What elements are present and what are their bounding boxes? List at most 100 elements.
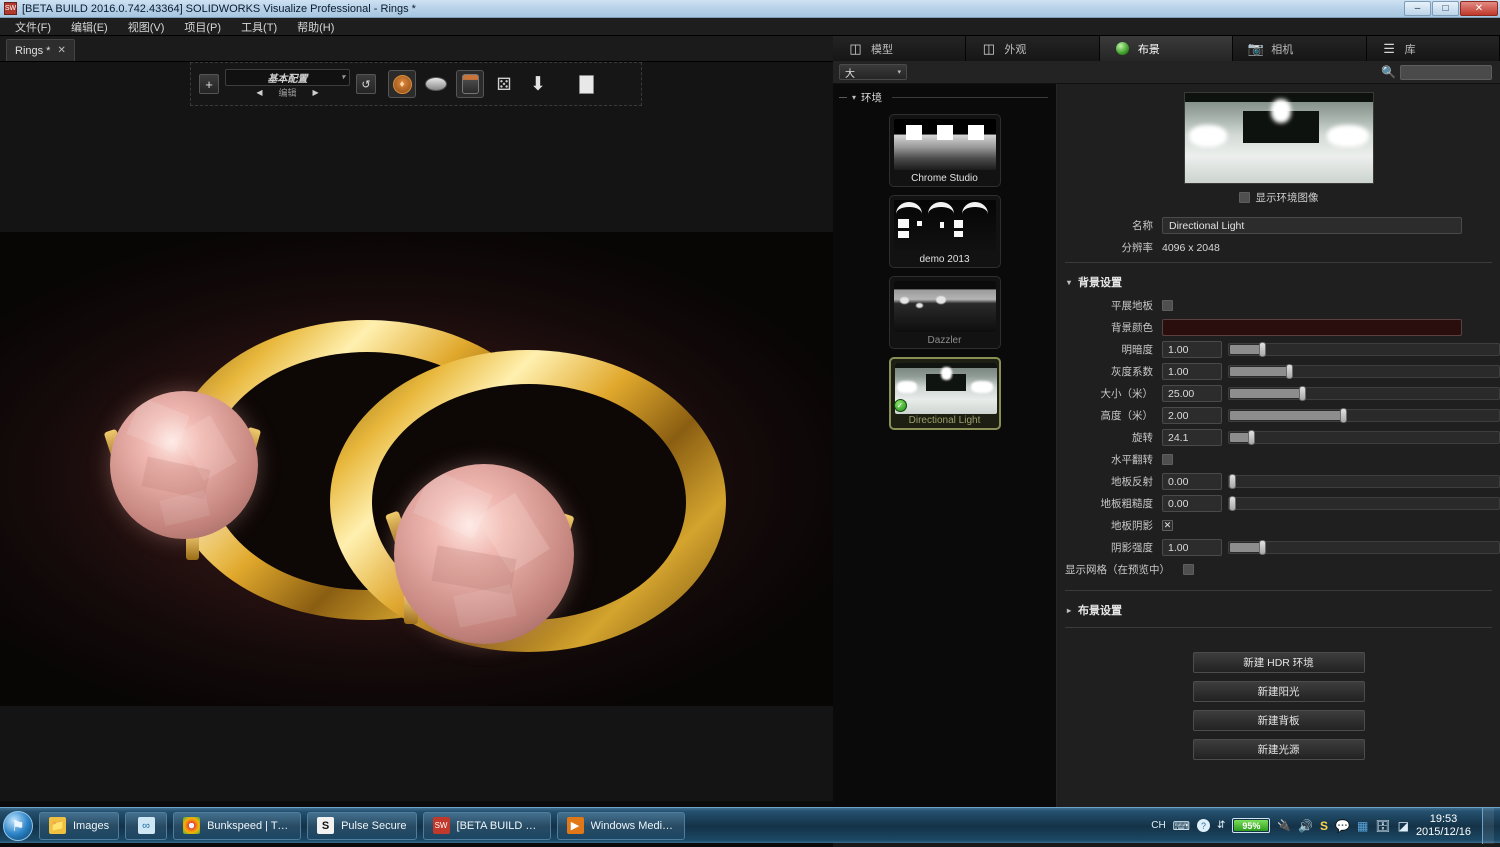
height-value: 2.00 xyxy=(1168,409,1189,422)
environment-item-chrome-studio[interactable]: Chrome Studio xyxy=(888,114,1001,187)
floor-reflection-input[interactable]: 0.00 xyxy=(1162,473,1222,490)
thumbnail-size-dropdown[interactable]: 大 ▾ xyxy=(839,64,907,80)
taskbar-item-solidworks[interactable]: SW [BETA BUILD 20... xyxy=(422,811,551,840)
power-plug-icon[interactable]: 🔌 xyxy=(1277,819,1291,832)
taskbar-item-pulse-secure[interactable]: S Pulse Secure xyxy=(307,811,417,840)
chevron-down-icon[interactable]: ▾ xyxy=(852,93,856,102)
new-backplate-button[interactable]: 新建背板 xyxy=(1192,710,1365,731)
right-panel: ◫ 模型 ◫ 外观 布景 📷 相机 ☰ 库 大 ▾ 🔍 ▾ 环境 Chrome … xyxy=(833,36,1500,807)
config-dropdown[interactable]: 基本配置 ▾ xyxy=(225,68,350,86)
keyboard-icon[interactable]: ⌨ xyxy=(1173,819,1190,833)
flip-horizontal-checkbox[interactable] xyxy=(1162,454,1173,465)
battery-indicator[interactable]: 95% xyxy=(1232,818,1271,833)
background-color-swatch[interactable] xyxy=(1162,319,1462,336)
brightness-label: 明暗度 xyxy=(1121,344,1154,356)
add-config-button[interactable]: + xyxy=(199,74,219,94)
new-light-button[interactable]: 新建光源 xyxy=(1192,739,1365,760)
gamma-slider[interactable] xyxy=(1228,364,1500,379)
environment-item-directional-light[interactable]: ✓ Directional Light xyxy=(888,357,1001,430)
model-tree-icon[interactable]: ⚄ xyxy=(490,70,518,98)
floor-reflection-value: 0.00 xyxy=(1168,475,1189,488)
tab-appearance-label: 外观 xyxy=(1004,43,1027,56)
sync-icon[interactable]: ⇵ xyxy=(1217,820,1225,831)
render-viewport[interactable]: DS SOLIDWORKS | Visualize xyxy=(0,232,833,706)
bunkspeed-icon: ∞ xyxy=(137,817,155,834)
environment-item-dazzler[interactable]: Dazzler xyxy=(888,276,1001,349)
rotation-slider[interactable] xyxy=(1228,430,1500,445)
volume-icon[interactable]: 🔊 xyxy=(1298,819,1313,833)
shadow-strength-input[interactable]: 1.00 xyxy=(1162,539,1222,556)
render-quality-icon[interactable]: ♦ xyxy=(388,70,416,98)
size-slider[interactable] xyxy=(1228,386,1500,401)
flat-floor-checkbox[interactable] xyxy=(1162,300,1173,311)
show-desktop-button[interactable] xyxy=(1482,807,1494,844)
name-input[interactable]: Directional Light xyxy=(1162,217,1462,234)
tab-appearance[interactable]: ◫ 外观 xyxy=(966,36,1100,61)
maximize-button[interactable]: □ xyxy=(1432,1,1459,16)
selected-badge-icon: ✓ xyxy=(893,399,907,412)
menu-file[interactable]: 文件(F) xyxy=(6,17,60,37)
tab-scene[interactable]: 布景 xyxy=(1099,36,1234,61)
search-input[interactable] xyxy=(1400,64,1492,80)
windows-start-icon[interactable]: ⚑ xyxy=(3,810,33,841)
close-icon[interactable]: ✕ xyxy=(57,45,65,56)
turntable-icon[interactable] xyxy=(422,70,450,98)
pulse-secure-icon: S xyxy=(317,817,335,834)
clock[interactable]: 19:53 2015/12/16 xyxy=(1416,813,1471,839)
floor-reflection-row: 地板反射 0.00 xyxy=(1057,471,1500,492)
environment-item-label: Chrome Studio xyxy=(911,173,978,184)
folder-icon: 📁 xyxy=(49,817,66,834)
shadow-strength-slider[interactable] xyxy=(1228,540,1500,555)
prev-arrow-icon[interactable]: ◀ xyxy=(256,88,262,97)
height-slider[interactable] xyxy=(1228,408,1500,423)
help-icon[interactable]: ? xyxy=(1197,819,1210,832)
menu-project[interactable]: 项目(P) xyxy=(175,17,230,37)
scene-settings-section-header[interactable]: ▸ 布景设置 xyxy=(1057,595,1500,623)
floor-reflection-slider[interactable] xyxy=(1228,474,1500,489)
taskbar-item-images[interactable]: 📁 Images xyxy=(39,811,120,840)
menu-edit[interactable]: 编辑(E) xyxy=(62,17,117,37)
brightness-slider[interactable] xyxy=(1228,342,1500,357)
height-input[interactable]: 2.00 xyxy=(1162,407,1222,424)
environment-item-demo-2013[interactable]: demo 2013 xyxy=(888,195,1001,268)
new-sunlight-button[interactable]: 新建阳光 xyxy=(1192,681,1365,702)
device-icon[interactable]: 🗄 xyxy=(1375,819,1390,833)
show-environment-image-checkbox[interactable] xyxy=(1238,192,1250,203)
app-icon[interactable]: ▦ xyxy=(1357,819,1368,833)
size-input[interactable]: 25.00 xyxy=(1162,385,1222,402)
gamma-input[interactable]: 1.00 xyxy=(1162,363,1222,380)
document-tab-rings[interactable]: Rings * ✕ xyxy=(6,39,75,61)
input-method-indicator[interactable]: CH xyxy=(1151,820,1165,831)
floor-roughness-input[interactable]: 0.00 xyxy=(1162,495,1222,512)
name-row: 名称 Directional Light xyxy=(1057,215,1500,236)
taskbar-item-chrome[interactable]: ● Bunkspeed | Tut... xyxy=(173,811,302,840)
minimize-button[interactable]: – xyxy=(1404,1,1431,16)
show-grid-checkbox[interactable] xyxy=(1183,564,1194,575)
network-icon[interactable]: ◪ xyxy=(1398,819,1409,833)
material-cylinder-icon[interactable] xyxy=(456,70,484,98)
divider xyxy=(1065,590,1492,591)
rotation-input[interactable]: 24.1 xyxy=(1162,429,1222,446)
menu-help[interactable]: 帮助(H) xyxy=(288,17,343,37)
import-arrow-icon[interactable]: ⬇ xyxy=(524,70,552,98)
tab-library[interactable]: ☰ 库 xyxy=(1366,36,1500,61)
new-hdr-environment-button[interactable]: 新建 HDR 环境 xyxy=(1192,652,1365,673)
config-nav: ◀ 编辑 ▶ xyxy=(225,86,350,100)
menu-view[interactable]: 视图(V) xyxy=(119,17,174,37)
tab-camera[interactable]: 📷 相机 xyxy=(1233,36,1367,61)
menu-tools[interactable]: 工具(T) xyxy=(232,17,286,37)
floor-roughness-slider[interactable] xyxy=(1228,496,1500,511)
brightness-input[interactable]: 1.00 xyxy=(1162,341,1222,358)
refresh-icon[interactable]: ↺ xyxy=(356,74,376,94)
taskbar-item-windows-media-player[interactable]: ▶ Windows Media... xyxy=(556,811,685,840)
panel-subbar: 大 ▾ 🔍 xyxy=(833,61,1500,84)
message-icon[interactable]: 💬 xyxy=(1335,819,1350,833)
background-settings-section-header[interactable]: ▾ 背景设置 xyxy=(1057,267,1500,295)
taskbar-item-bunkspeed-pinned[interactable]: ∞ xyxy=(125,811,168,840)
floor-shadow-checkbox[interactable]: ✕ xyxy=(1162,520,1173,531)
tab-model[interactable]: ◫ 模型 xyxy=(833,36,967,61)
panel-toggle-icon[interactable] xyxy=(572,70,600,98)
close-button[interactable]: ✕ xyxy=(1460,1,1498,16)
norton-icon[interactable]: S xyxy=(1320,819,1328,833)
next-arrow-icon[interactable]: ▶ xyxy=(313,88,319,97)
